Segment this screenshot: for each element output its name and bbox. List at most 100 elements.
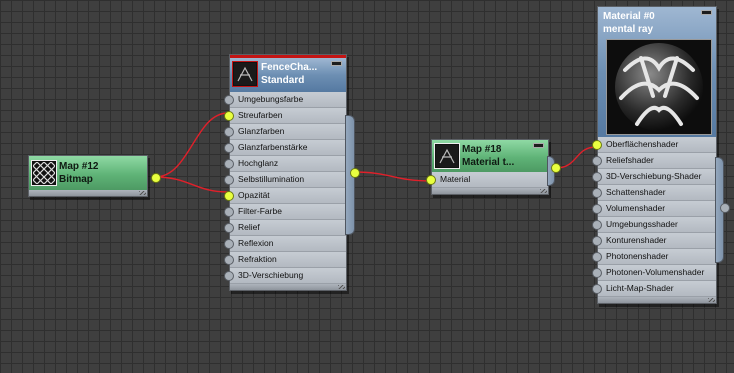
bitmap-node-footer [29, 190, 147, 196]
slot-row[interactable]: Photonenshader [592, 249, 716, 265]
slot-label: Konturenshader [606, 235, 667, 245]
slot-label: Volumenshader [606, 203, 666, 213]
map18-slot-list: Material [426, 172, 548, 188]
input-socket[interactable] [224, 159, 234, 169]
fence-output-socket[interactable] [350, 168, 360, 178]
slot-label: Filter-Farbe [238, 206, 282, 216]
slot-row[interactable]: Reflexion [224, 236, 346, 252]
slot-label: Schattenshader [606, 187, 666, 197]
input-socket[interactable] [592, 188, 602, 198]
slot-row[interactable]: 3D-Verschiebung [224, 268, 346, 284]
input-socket[interactable] [592, 236, 602, 246]
input-socket[interactable] [426, 175, 436, 185]
map18-node-title: Map #18 [462, 144, 502, 155]
wire-fence-to-map18 [353, 171, 431, 182]
slot-row[interactable]: Glanzfarbenstärke [224, 140, 346, 156]
input-socket[interactable] [592, 268, 602, 278]
input-socket[interactable] [224, 271, 234, 281]
material0-node-title: Material #0 [603, 11, 655, 22]
fence-slot-list: Umgebungsfarbe Streufarben Glanzfarben G… [224, 92, 346, 284]
wire-bitmap-to-streufarben [154, 112, 229, 178]
input-socket[interactable] [224, 207, 234, 217]
input-socket[interactable] [592, 220, 602, 230]
input-socket[interactable] [224, 223, 234, 233]
input-socket[interactable] [224, 175, 234, 185]
input-socket[interactable] [224, 239, 234, 249]
slot-row[interactable]: Volumenshader [592, 201, 716, 217]
slot-row[interactable]: Oberflächenshader [592, 137, 716, 153]
slot-row[interactable]: Hochglanz [224, 156, 346, 172]
slot-label: Material [440, 174, 471, 184]
slot-label: Reliefshader [606, 155, 654, 165]
slot-label: Photonen-Volumenshader [606, 267, 705, 277]
slot-row[interactable]: Selbstillumination [224, 172, 346, 188]
slot-label: Reflexion [238, 238, 274, 248]
resize-grip-icon[interactable] [540, 189, 547, 193]
map18-output-socket[interactable] [551, 163, 561, 173]
fence-material-node[interactable]: FenceCha... Standard Umgebungsfarbe Stre… [224, 54, 360, 291]
slot-label: 3D-Verschiebung-Shader [606, 171, 702, 181]
material0-slot-list: Oberflächenshader Reliefshader 3D-Versch… [592, 137, 716, 297]
input-socket[interactable] [224, 255, 234, 265]
input-socket[interactable] [224, 95, 234, 105]
map18-node[interactable]: Map #18 Material t... Material [426, 139, 561, 195]
bitmap-node[interactable]: Map #12 Bitmap [28, 155, 161, 197]
map18-node-header[interactable]: Map #18 Material t... [432, 140, 548, 172]
input-socket[interactable] [592, 284, 602, 294]
slot-label: Umgebungsfarbe [238, 94, 304, 104]
slot-row[interactable]: Relief [224, 220, 346, 236]
slot-row[interactable]: Schattenshader [592, 185, 716, 201]
input-socket[interactable] [592, 140, 602, 150]
fence-node-footer [230, 284, 346, 290]
minimize-button[interactable] [331, 61, 342, 66]
sphere-preview-thumbnail-icon [606, 39, 712, 135]
fence-node-title: FenceCha... [261, 62, 318, 73]
material0-output-socket[interactable] [720, 203, 730, 213]
slot-row[interactable]: Glanzfarben [224, 124, 346, 140]
slot-row[interactable]: Filter-Farbe [224, 204, 346, 220]
slot-row[interactable]: Streufarben [224, 108, 346, 124]
input-socket[interactable] [592, 204, 602, 214]
input-socket[interactable] [592, 252, 602, 262]
bitmap-node-title: Map #12 [59, 161, 99, 172]
bitmap-node-type: Bitmap [59, 174, 93, 185]
slot-row[interactable]: Material [426, 172, 548, 188]
slot-row[interactable]: Refraktion [224, 252, 346, 268]
slot-row[interactable]: Photonen-Volumenshader [592, 265, 716, 281]
slot-row[interactable]: Reliefshader [592, 153, 716, 169]
slot-label: Licht-Map-Shader [606, 283, 674, 293]
slot-row[interactable]: Opazität [224, 188, 346, 204]
input-socket[interactable] [224, 191, 234, 201]
slot-row[interactable]: 3D-Verschiebung-Shader [592, 169, 716, 185]
resize-grip-icon[interactable] [139, 191, 146, 195]
slot-row[interactable]: Konturenshader [592, 233, 716, 249]
input-socket[interactable] [224, 127, 234, 137]
bitmap-output-socket[interactable] [151, 173, 161, 183]
input-socket[interactable] [224, 143, 234, 153]
slot-label: Streufarben [238, 110, 283, 120]
minimize-button[interactable] [701, 10, 712, 15]
fence-node-type: Standard [261, 75, 305, 86]
resize-grip-icon[interactable] [708, 298, 715, 302]
slot-row[interactable]: Licht-Map-Shader [592, 281, 716, 297]
wire-bitmap-to-opazitaet [154, 176, 229, 193]
slot-label: Selbstillumination [238, 174, 305, 184]
resize-grip-icon[interactable] [338, 285, 345, 289]
fence-node-header[interactable]: FenceCha... Standard [230, 55, 346, 92]
minimize-button[interactable] [533, 143, 544, 148]
input-socket[interactable] [592, 156, 602, 166]
slot-label: Relief [238, 222, 260, 232]
slot-label: Opazität [238, 190, 270, 200]
slot-label: Glanzfarbenstärke [238, 142, 308, 152]
slot-row[interactable]: Umgebungsshader [592, 217, 716, 233]
material0-node-header[interactable]: Material #0 mental ray [598, 7, 716, 137]
map18-node-footer [432, 188, 548, 194]
bitmap-node-header[interactable]: Map #12 Bitmap [29, 156, 147, 190]
slot-label: 3D-Verschiebung [238, 270, 304, 280]
slot-row[interactable]: Umgebungsfarbe [224, 92, 346, 108]
material0-node[interactable]: Material #0 mental ray Oberflächenshader… [592, 6, 730, 304]
input-socket[interactable] [592, 172, 602, 182]
fence-material-thumbnail-icon [232, 61, 258, 87]
material0-node-type: mental ray [603, 24, 654, 35]
input-socket[interactable] [224, 111, 234, 121]
